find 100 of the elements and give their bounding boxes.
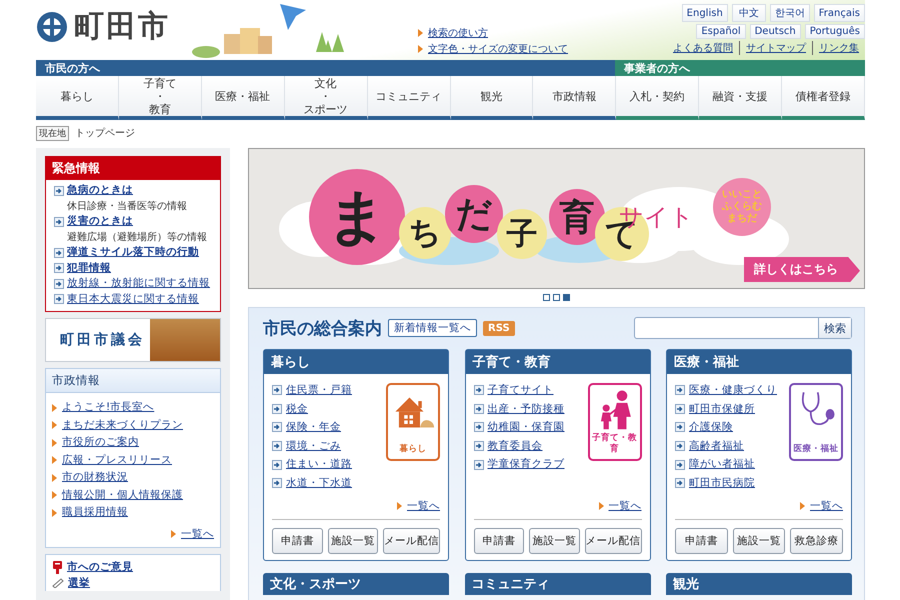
category-link[interactable]: 環境・ごみ (286, 436, 341, 456)
city-info-link[interactable]: ようこそ!市長室へ (62, 399, 154, 416)
category-link[interactable]: 住まい・道路 (286, 455, 352, 474)
nav-tab[interactable]: 市政情報 (533, 76, 616, 120)
nav-tab[interactable]: コミュニティ (368, 76, 450, 120)
category-link[interactable]: 幼稚園・保育園 (488, 418, 564, 437)
nav-tab[interactable]: 医療・福祉 (202, 76, 285, 120)
category-button[interactable]: 申請書 (474, 528, 524, 554)
council-banner[interactable]: 町田市議会 (45, 318, 221, 362)
more-link[interactable]: 一覧へ (407, 499, 440, 513)
language-button[interactable]: 中文 (732, 4, 766, 22)
language-button[interactable]: Français (814, 4, 865, 22)
bullet-icon (418, 29, 423, 37)
category-icon-frame[interactable]: 暮らし (386, 383, 440, 461)
opinion-link[interactable]: 市へのご意見 (67, 559, 133, 575)
card-title: 医療・福祉 (667, 350, 851, 374)
bullet-icon (52, 491, 57, 500)
city-logo-text[interactable]: 町田市 (74, 12, 170, 42)
utility-link[interactable]: リンク集 (812, 41, 865, 55)
bullet-icon (52, 508, 57, 517)
language-button[interactable]: English (682, 4, 728, 22)
category-link[interactable]: 町田市保健所 (689, 400, 755, 418)
language-button[interactable]: Español (696, 24, 746, 39)
category-link[interactable]: 税金 (286, 400, 308, 418)
category-link[interactable]: 住民票・戸籍 (286, 381, 352, 400)
category-button[interactable]: メール配信 (383, 528, 440, 554)
bullet-icon (800, 502, 805, 510)
nav-tab[interactable]: 観光 (450, 76, 534, 120)
category-link[interactable]: 出産・予防接種 (488, 400, 564, 418)
category-button[interactable]: 申請書 (675, 528, 728, 554)
category-link[interactable]: 介護保険 (689, 418, 733, 437)
language-button[interactable]: Português (804, 24, 865, 39)
bullet-icon (52, 421, 57, 430)
news-list-button[interactable]: 新着情報一覧へ (388, 319, 477, 337)
emergency-link[interactable]: 弾道ミサイル落下時の行動 (67, 245, 199, 260)
arrow-icon (272, 441, 282, 452)
icon-label: 子育て・教育 (591, 433, 638, 455)
bullet-icon (598, 502, 604, 510)
category-icon-frame[interactable]: 子育て・教育 (588, 383, 642, 461)
city-info-link[interactable]: まちだ未来づくりプラン (62, 416, 183, 434)
search-button[interactable]: 検索 (818, 318, 851, 338)
nav-tab[interactable]: 債権者登録 (782, 76, 865, 120)
arrow-icon (675, 441, 685, 452)
category-link[interactable]: 高齢者福祉 (689, 436, 744, 456)
category-link[interactable]: 学童保育クラブ (488, 455, 564, 474)
category-link[interactable]: 町田市民病院 (689, 474, 755, 493)
arrow-icon (272, 404, 282, 414)
category-link[interactable]: 保険・年金 (286, 418, 341, 437)
arrow-icon (272, 422, 282, 432)
more-link[interactable]: 一覧へ (181, 526, 214, 543)
city-info-link[interactable]: 情報公開・個人情報保護 (62, 486, 183, 504)
arrow-icon (54, 263, 64, 274)
nav-tab[interactable]: 入札・契約 (616, 76, 700, 120)
bullet-icon (52, 404, 57, 412)
category-link[interactable]: 障がい者福祉 (689, 455, 755, 474)
category-icon-frame[interactable]: 医療・福祉 (789, 383, 843, 461)
emergency-link[interactable]: 犯罪情報 (67, 260, 111, 276)
more-link[interactable]: 一覧へ (608, 499, 642, 513)
arrow-icon (474, 385, 484, 396)
emergency-link[interactable]: 災害のときは (67, 214, 133, 230)
category-button[interactable]: 施設一覧 (732, 528, 786, 554)
more-link[interactable]: 一覧へ (810, 499, 843, 513)
card-title: 文化・スポーツ (263, 573, 449, 595)
opinion-link[interactable]: 選挙 (68, 575, 90, 591)
category-button[interactable]: メール配信 (584, 528, 642, 554)
city-info-link[interactable]: 職員採用情報 (62, 504, 128, 522)
category-button[interactable]: 施設一覧 (529, 528, 580, 554)
card-title: 観光 (666, 573, 852, 595)
category-button[interactable]: 申請書 (272, 528, 322, 554)
details-button[interactable]: 詳しくはこちら (744, 257, 860, 282)
postbox-icon (52, 560, 63, 574)
help-link[interactable]: 検索の使い方 (428, 26, 488, 40)
council-title[interactable]: 町田市議会 (46, 331, 145, 349)
arrow-icon (474, 441, 484, 452)
utility-link[interactable]: サイトマップ (739, 41, 812, 55)
category-button[interactable]: 救急診療 (790, 528, 844, 554)
nav-tab[interactable]: 融資・支援 (699, 76, 782, 120)
balloon-slogan: いいこと ふくらむ まちだ (713, 178, 771, 236)
utility-link[interactable]: よくある質問 (667, 41, 739, 55)
category-link[interactable]: 子育てサイト (488, 381, 554, 400)
search-field[interactable]: 検索 (634, 317, 852, 339)
category-link[interactable]: 教育委員会 (488, 436, 542, 456)
category-link[interactable]: 医療・健康づくり (689, 381, 777, 400)
nav-tab[interactable]: 暮らし (36, 76, 119, 120)
city-info-link[interactable]: 市役所のご案内 (62, 434, 139, 452)
category-button[interactable]: 施設一覧 (328, 528, 378, 554)
emergency-link[interactable]: 東日本大震災に関する情報 (67, 292, 199, 307)
emergency-link[interactable]: 放射線・放射能に関する情報 (67, 276, 210, 292)
category-link[interactable]: 水道・下水道 (286, 474, 352, 493)
guide-title: 市民の総合案内 (263, 318, 382, 340)
language-button[interactable]: Deutsch (750, 24, 801, 39)
city-info-link[interactable]: 広報・プレスリリース (62, 452, 172, 469)
help-link[interactable]: 文字色・サイズの変更について (428, 42, 568, 56)
icon-label: 暮らし (398, 444, 428, 455)
language-button[interactable]: 한국어 (770, 4, 810, 22)
bullet-icon (171, 530, 176, 538)
city-info-link[interactable]: 市の財務状況 (62, 469, 128, 486)
nav-tab[interactable]: 子育て ・ 教育 (118, 76, 202, 120)
nav-tab[interactable]: 文化 ・ スポーツ (284, 76, 368, 120)
emergency-link[interactable]: 急病のときは (67, 183, 133, 198)
